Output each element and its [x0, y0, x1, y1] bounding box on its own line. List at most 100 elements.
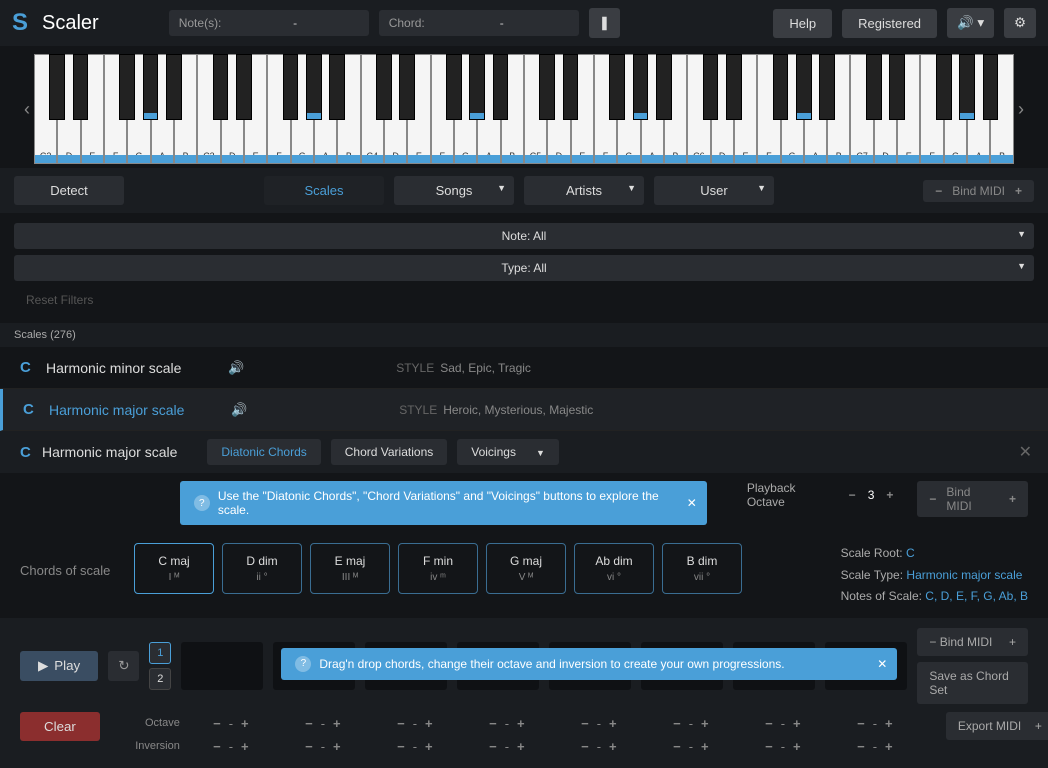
- stepper-cell[interactable]: −-+: [190, 716, 272, 731]
- close-icon[interactable]: ✕: [1019, 442, 1032, 462]
- bind-midi-prog[interactable]: − Bind MIDI+: [917, 628, 1028, 656]
- minus-icon[interactable]: −: [931, 184, 946, 198]
- black-key[interactable]: [119, 54, 135, 120]
- plus-icon[interactable]: +: [882, 488, 897, 502]
- black-key[interactable]: [446, 54, 462, 120]
- bind-midi-detail[interactable]: − Bind MIDI +: [917, 481, 1028, 517]
- black-key[interactable]: [866, 54, 882, 120]
- black-key[interactable]: [283, 54, 299, 120]
- chord-slot[interactable]: B dimvii °: [662, 543, 742, 594]
- play-scale-icon[interactable]: 🔊: [231, 402, 247, 418]
- close-tip-icon[interactable]: ✕: [687, 496, 697, 510]
- save-chord-set-button[interactable]: Save as Chord Set: [917, 662, 1028, 704]
- black-key[interactable]: [306, 54, 322, 120]
- close-tip-icon[interactable]: ✕: [877, 657, 887, 671]
- reset-filters[interactable]: Reset Filters: [14, 287, 1034, 313]
- alert-button[interactable]: ❚: [589, 8, 620, 38]
- type-filter[interactable]: Type: All▼: [14, 255, 1034, 281]
- black-key[interactable]: [703, 54, 719, 120]
- black-key[interactable]: [493, 54, 509, 120]
- stepper-cell[interactable]: −-+: [650, 739, 732, 754]
- piano-prev-icon[interactable]: ‹: [20, 99, 34, 120]
- sound-button[interactable]: 🔊 ▾: [947, 8, 994, 38]
- chord-slot[interactable]: E majIII ᴹ: [310, 543, 390, 594]
- scale-row[interactable]: C Harmonic major scale 🔊 STYLEHeroic, My…: [0, 389, 1048, 431]
- black-key[interactable]: [143, 54, 159, 120]
- black-key[interactable]: [656, 54, 672, 120]
- stepper-cell[interactable]: −-+: [834, 739, 916, 754]
- settings-button[interactable]: ⚙: [1004, 8, 1036, 38]
- detect-tab[interactable]: Detect: [14, 176, 124, 205]
- stepper-cell[interactable]: −-+: [374, 716, 456, 731]
- clear-button[interactable]: Clear: [20, 712, 100, 741]
- page-1-button[interactable]: 1: [149, 642, 171, 664]
- chord-slot[interactable]: Ab dimvi °: [574, 543, 654, 594]
- cycle-button[interactable]: ↻: [108, 651, 139, 681]
- note-filter[interactable]: Note: All▼: [14, 223, 1034, 249]
- piano-next-icon[interactable]: ›: [1014, 99, 1028, 120]
- stepper-cell[interactable]: −-+: [374, 739, 456, 754]
- black-key[interactable]: [236, 54, 252, 120]
- chord-variations-tab[interactable]: Chord Variations: [331, 439, 448, 465]
- black-key[interactable]: [936, 54, 952, 120]
- black-key[interactable]: [796, 54, 812, 120]
- black-key[interactable]: [959, 54, 975, 120]
- chord-slot[interactable]: D dimii °: [222, 543, 302, 594]
- stepper-cell[interactable]: −-+: [650, 716, 732, 731]
- black-key[interactable]: [539, 54, 555, 120]
- page-2-button[interactable]: 2: [149, 668, 171, 690]
- stepper-cell[interactable]: −-+: [282, 716, 364, 731]
- plus-icon[interactable]: +: [1011, 184, 1026, 198]
- piano-keyboard[interactable]: C2DEFGABC3DEFGABC4DEFGABC5DEFGABC6DEFGAB…: [34, 54, 1014, 164]
- scale-row[interactable]: C Harmonic minor scale 🔊 STYLESad, Epic,…: [0, 347, 1048, 389]
- chords-of-scale: Chords of scale C majI ᴹD dimii °E majII…: [0, 533, 1048, 618]
- black-key[interactable]: [726, 54, 742, 120]
- tip-banner-2: ? Drag'n drop chords, change their octav…: [281, 648, 897, 680]
- diatonic-chords-tab[interactable]: Diatonic Chords: [207, 439, 320, 465]
- user-tab[interactable]: User▼: [654, 176, 774, 205]
- black-key[interactable]: [889, 54, 905, 120]
- detail-scale-name: Harmonic major scale: [42, 444, 177, 461]
- stepper-cell[interactable]: −-+: [742, 739, 824, 754]
- chord-slot[interactable]: F miniv ᵐ: [398, 543, 478, 594]
- black-key[interactable]: [819, 54, 835, 120]
- stepper-cell[interactable]: −-+: [282, 739, 364, 754]
- stepper-cell[interactable]: −-+: [466, 739, 548, 754]
- black-key[interactable]: [73, 54, 89, 120]
- scale-root: C: [20, 359, 34, 376]
- registered-button[interactable]: Registered: [842, 9, 937, 38]
- songs-tab[interactable]: Songs▼: [394, 176, 514, 205]
- black-key[interactable]: [469, 54, 485, 120]
- voicings-tab[interactable]: Voicings▼: [457, 439, 559, 465]
- minus-icon[interactable]: −: [845, 488, 860, 502]
- chord-slot[interactable]: C majI ᴹ: [134, 543, 214, 594]
- black-key[interactable]: [633, 54, 649, 120]
- scales-tab[interactable]: Scales: [264, 176, 384, 205]
- chord-field[interactable]: Chord: -: [379, 10, 579, 36]
- stepper-cell[interactable]: −-+: [466, 716, 548, 731]
- black-key[interactable]: [773, 54, 789, 120]
- black-key[interactable]: [166, 54, 182, 120]
- export-midi-button[interactable]: Export MIDI+: [946, 712, 1048, 740]
- stepper-cell[interactable]: −-+: [558, 739, 640, 754]
- progression-slot[interactable]: [181, 642, 263, 690]
- black-key[interactable]: [983, 54, 999, 120]
- black-key[interactable]: [49, 54, 65, 120]
- stepper-cell[interactable]: −-+: [190, 739, 272, 754]
- help-button[interactable]: Help: [773, 9, 832, 38]
- play-button[interactable]: ▶ Play: [20, 651, 98, 681]
- stepper-cell[interactable]: −-+: [742, 716, 824, 731]
- stepper-cell[interactable]: −-+: [834, 716, 916, 731]
- black-key[interactable]: [376, 54, 392, 120]
- black-key[interactable]: [563, 54, 579, 120]
- stepper-cell[interactable]: −-+: [558, 716, 640, 731]
- chord-slot[interactable]: G majV ᴹ: [486, 543, 566, 594]
- bind-midi-top[interactable]: − Bind MIDI +: [923, 180, 1034, 202]
- notes-field[interactable]: Note(s): -: [169, 10, 369, 36]
- play-scale-icon[interactable]: 🔊: [228, 360, 244, 376]
- black-key[interactable]: [399, 54, 415, 120]
- artists-tab[interactable]: Artists▼: [524, 176, 644, 205]
- black-key[interactable]: [609, 54, 625, 120]
- black-key[interactable]: [329, 54, 345, 120]
- black-key[interactable]: [213, 54, 229, 120]
